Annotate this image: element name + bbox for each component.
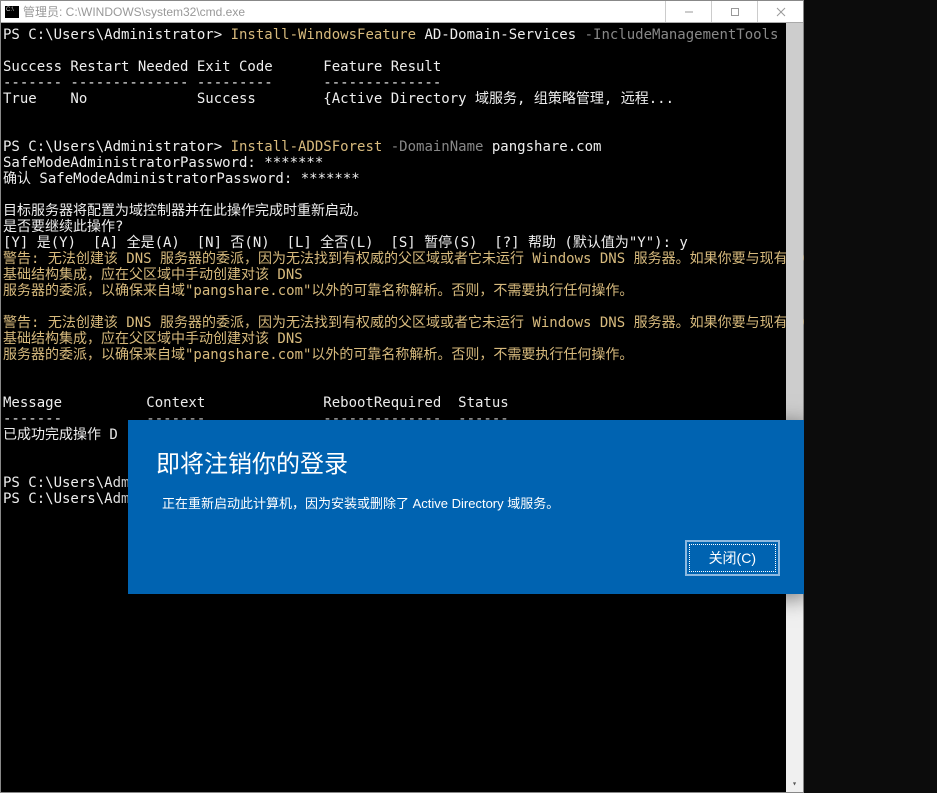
warning-line: 警告: 无法创建该 DNS 服务器的委派，因为无法找到有权威的父区域或者它未运行… [3, 251, 821, 267]
terminal-line: ------- -------------- --------- -------… [3, 75, 441, 91]
cmd-flag: -IncludeManagementTools [585, 27, 779, 43]
terminal-line: [Y] 是(Y) [A] 全是(A) [N] 否(N) [L] 全否(L) [S… [3, 235, 688, 251]
close-button[interactable] [757, 1, 803, 22]
warning-line: 服务器的委派，以确保来自域"pangshare.com"以外的可靠名称解析。否则… [3, 347, 633, 363]
minimize-button[interactable] [665, 1, 711, 22]
dialog-title: 即将注销你的登录 [156, 444, 780, 479]
cmd-icon [5, 6, 19, 18]
warning-line: 警告: 无法创建该 DNS 服务器的委派，因为无法找到有权威的父区域或者它未运行… [3, 315, 821, 331]
warning-line: 基础结构集成，应在父区域中手动创建对该 DNS [3, 331, 303, 347]
cmd-arg: AD-Domain-Services [416, 27, 585, 43]
dialog-actions: 关闭(C) [156, 540, 780, 576]
terminal-line: Success Restart Needed Exit Code Feature… [3, 59, 441, 75]
cmdlet: Install-ADDSForest [231, 139, 383, 155]
terminal-line: 目标服务器将配置为域控制器并在此操作完成时重新启动。 [3, 203, 367, 219]
desktop-edge [804, 0, 937, 793]
ps-prompt: PS C:\Users\Administrator> [3, 27, 231, 43]
terminal-line: 已成功完成操作 D [3, 427, 118, 443]
terminal-line: True No Success {Active Directory 域服务, 组… [3, 91, 674, 107]
ps-prompt: PS C:\Users\Administrator> [3, 139, 231, 155]
warning-line: 服务器的委派，以确保来自域"pangshare.com"以外的可靠名称解析。否则… [3, 283, 633, 299]
cmd-flag: -DomainName [382, 139, 492, 155]
terminal-output[interactable]: PS C:\Users\Administrator> Install-Windo… [1, 23, 803, 792]
terminal-line: PS C:\Users\Admi [3, 475, 138, 491]
dialog-message: 正在重新启动此计算机，因为安装或删除了 Active Directory 域服务… [156, 493, 780, 512]
close-dialog-button[interactable]: 关闭(C) [685, 540, 780, 576]
terminal-line: 确认 SafeModeAdministratorPassword: ******… [3, 171, 360, 187]
vertical-scrollbar[interactable]: ▾ [786, 23, 803, 792]
terminal-line: SafeModeAdministratorPassword: ******* [3, 155, 323, 171]
terminal-line: 是否要继续此操作? [3, 219, 123, 235]
warning-line: 基础结构集成，应在父区域中手动创建对该 DNS [3, 267, 303, 283]
maximize-button[interactable] [711, 1, 757, 22]
window-title: 管理员: C:\WINDOWS\system32\cmd.exe [23, 3, 245, 20]
cmd-value: pangshare.com [492, 139, 602, 155]
cmdlet: Install-WindowsFeature [231, 27, 416, 43]
window-controls [665, 1, 803, 22]
titlebar-left: 管理员: C:\WINDOWS\system32\cmd.exe [1, 3, 245, 20]
terminal-line: Message Context RebootRequired Status [3, 395, 509, 411]
logout-dialog: 即将注销你的登录 正在重新启动此计算机，因为安装或删除了 Active Dire… [128, 420, 808, 594]
cmd-window: 管理员: C:\WINDOWS\system32\cmd.exe PS C:\U… [0, 0, 804, 793]
scroll-down-arrow[interactable]: ▾ [786, 775, 803, 792]
terminal-line: PS C:\Users\Admi [3, 491, 138, 507]
titlebar: 管理员: C:\WINDOWS\system32\cmd.exe [1, 1, 803, 23]
